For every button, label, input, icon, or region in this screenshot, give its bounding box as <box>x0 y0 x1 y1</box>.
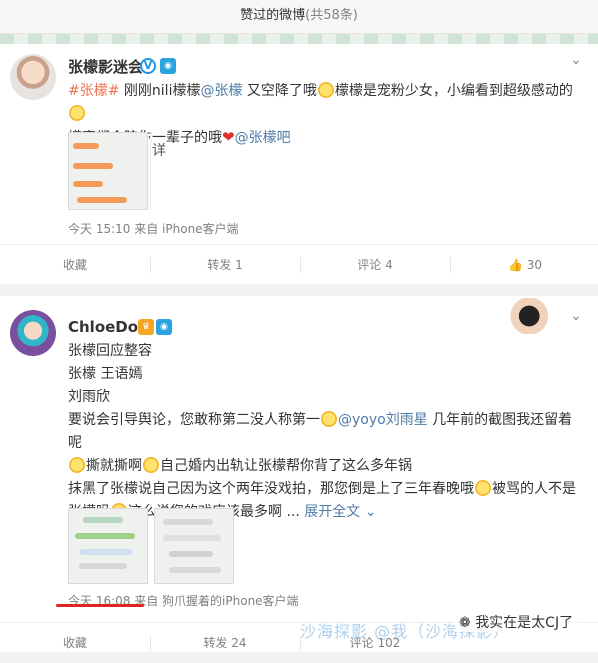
post-image-thumbnail-2[interactable] <box>150 132 234 210</box>
chevron-down-icon[interactable]: ⌄ <box>568 308 584 324</box>
comment-button[interactable]: 评论 4 <box>300 245 450 285</box>
like-button[interactable]: 👍 30 <box>450 245 598 285</box>
post-source: 来自 iPhone客户端 <box>134 222 239 236</box>
author-name[interactable]: 张檬影迷会 <box>68 56 143 77</box>
weibo-post-2: ChloeDog ♛ ◉ ⌄ 张檬回应整容 张檬 王语嫣 刘雨欣 要说会引导舆论… <box>0 296 598 652</box>
repost-button[interactable]: 转发 24 <box>150 623 300 663</box>
smile-emoji-icon <box>143 457 159 473</box>
avatar[interactable] <box>10 54 56 100</box>
highlight-underline <box>56 604 144 607</box>
smile-emoji-icon <box>321 411 337 427</box>
wechat-icon: ❁ <box>459 615 471 631</box>
avatar[interactable] <box>10 310 56 356</box>
thumbs-up-icon: 👍 <box>507 258 523 272</box>
chevron-down-icon: ⌄ <box>364 504 377 520</box>
page-header: 赞过的微博(共58条) <box>0 0 598 34</box>
watermark-logo-text: ❁ 我实在是太CJ了 <box>455 612 578 632</box>
mention-link[interactable]: @yoyo刘雨星 <box>338 412 428 428</box>
post-meta: 今天 15:10 来自 iPhone客户端 <box>68 220 239 237</box>
camera-badge-icon: ◉ <box>160 58 176 74</box>
smile-emoji-icon <box>475 480 491 496</box>
post-image-thumbnail[interactable] <box>68 132 148 210</box>
smile-emoji-icon <box>69 457 85 473</box>
smile-emoji-icon <box>317 82 334 98</box>
verified-badge-icon: V <box>140 58 156 74</box>
favorite-button[interactable]: 收藏 <box>0 623 150 663</box>
mention-link[interactable]: @张檬 <box>200 83 242 99</box>
camera-badge-icon: ◉ <box>156 319 172 335</box>
repost-button[interactable]: 转发 1 <box>150 245 300 285</box>
page-title: 赞过的微博 <box>240 8 306 23</box>
header-decoration <box>0 34 598 44</box>
member-crown-icon: ♛ <box>138 319 154 335</box>
hashtag-link[interactable]: #张檬# <box>68 83 119 99</box>
likes-count: (共58条) <box>305 8 358 23</box>
chevron-down-icon[interactable]: ⌄ <box>568 52 584 68</box>
post-image-thumbnail[interactable] <box>68 508 148 584</box>
favorite-button[interactable]: 收藏 <box>0 245 150 285</box>
action-bar: 收藏 转发 1 评论 4 👍 30 <box>0 244 598 284</box>
weibo-post-1: 张檬影迷会 V ◉ ⌄ #张檬# 刚刚nili檬檬@张檬 又空降了哦 檬檬是宠粉少… <box>0 44 598 284</box>
post-time[interactable]: 今天 15:10 <box>68 222 130 236</box>
avatar-sticker-decoration <box>510 298 558 334</box>
post-text: 张檬回应整容 张檬 王语嫣 刘雨欣 要说会引导舆论，您敢称第二没人称第一 @yoy… <box>68 343 576 520</box>
author-name[interactable]: ChloeDog <box>68 318 149 336</box>
post-image-thumbnail[interactable] <box>154 508 234 584</box>
mention-link[interactable]: @张檬吧 <box>235 130 291 146</box>
expand-full-text-link[interactable]: 展开全文 ⌄ <box>304 504 376 520</box>
sad-emoji-icon <box>69 105 85 121</box>
post-source: 来自 狗爪握着的iPhone客户端 <box>134 594 299 608</box>
